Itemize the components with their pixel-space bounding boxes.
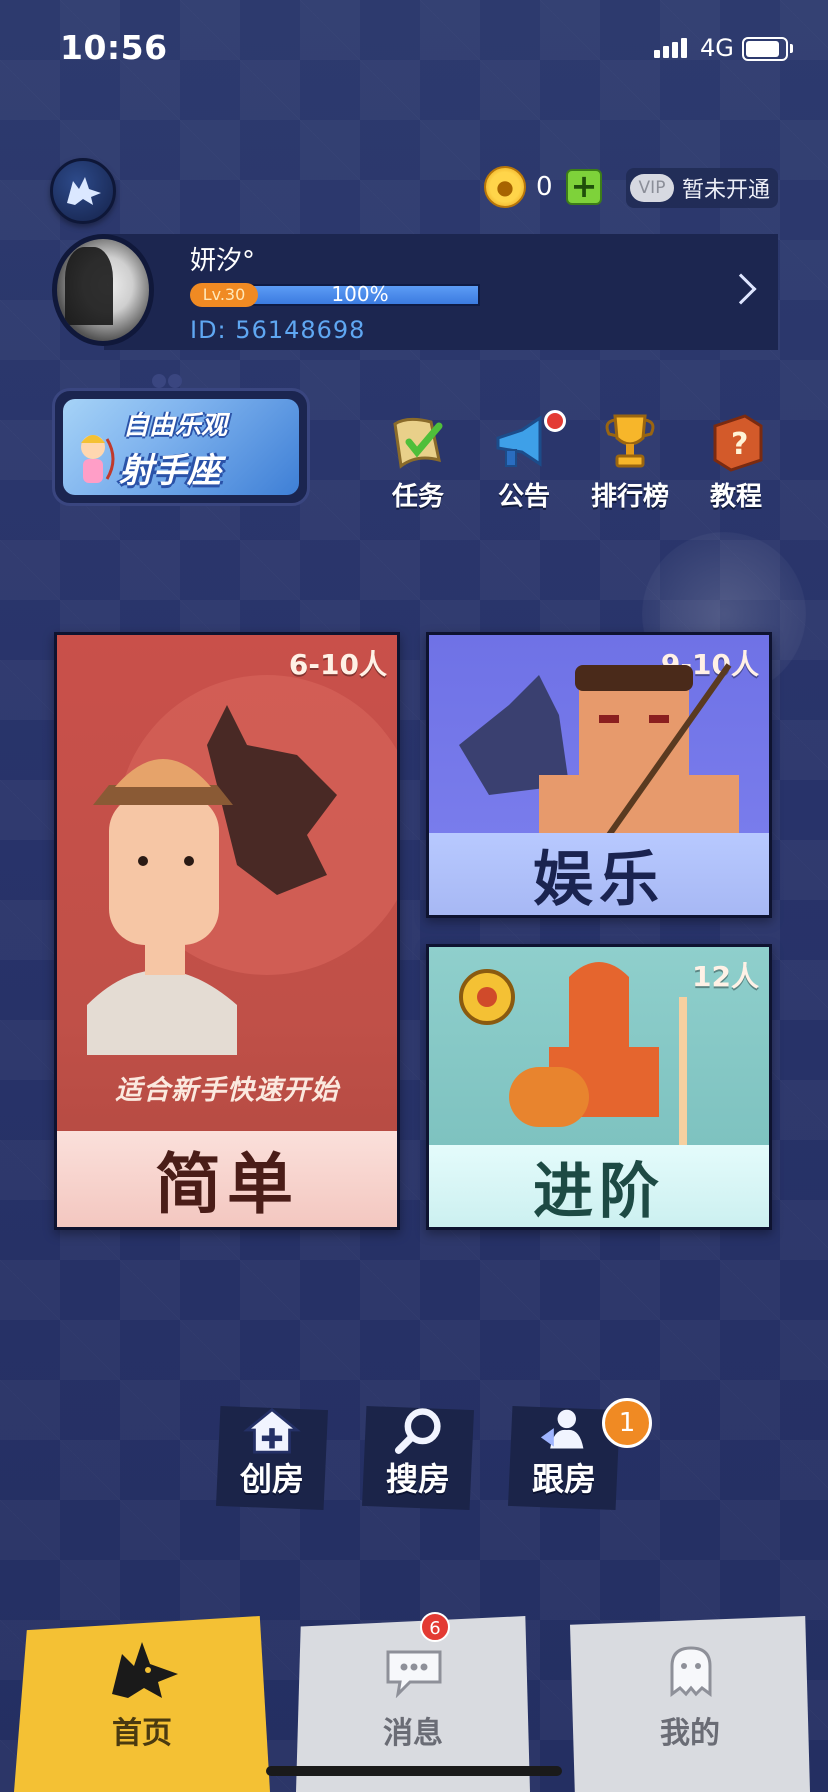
home-indicator[interactable] <box>266 1766 562 1776</box>
easy-title: 简单 <box>155 1146 299 1223</box>
tab-messages-label: 消息 <box>383 1716 443 1751</box>
shortcut-leaderboard-label: 排行榜 <box>590 482 669 512</box>
level-badge: Lv.30 <box>190 283 258 307</box>
search-room-button[interactable]: 搜房 <box>362 1406 474 1510</box>
search-room-label: 搜房 <box>385 1460 450 1498</box>
avatar[interactable] <box>52 234 154 346</box>
username: 妍汐° <box>190 246 256 276</box>
shortcut-tutorial[interactable]: ? 教程 <box>686 410 786 513</box>
shortcut-tasks-label: 任务 <box>391 482 444 512</box>
user-id: ID: 56148698 <box>190 316 365 344</box>
shortcut-tasks[interactable]: 任务 <box>368 410 468 513</box>
svg-text:?: ? <box>731 427 748 462</box>
tab-home-label: 首页 <box>112 1716 172 1751</box>
zodiac-banner[interactable]: 自由乐观 射手座 <box>52 388 310 506</box>
battery-icon <box>742 37 788 61</box>
status-time: 10:56 <box>60 28 168 67</box>
messages-badge: 6 <box>420 1612 450 1642</box>
question-book-icon: ? <box>713 414 763 472</box>
magnifier-icon <box>394 1408 441 1454</box>
vip-status-button[interactable]: VIP 暂未开通 <box>626 168 778 208</box>
tab-profile-label: 我的 <box>660 1716 720 1751</box>
level-progress-label: 100% <box>331 282 389 306</box>
mode-card-advanced[interactable]: 12人 进阶 <box>426 944 772 1230</box>
banner-line2: 射手座 <box>119 451 221 491</box>
follow-room-badge: 1 <box>602 1398 652 1448</box>
coin-balance: ● 0 + <box>484 166 602 208</box>
mode-card-fun[interactable]: 9-10人 娱乐 <box>426 632 772 918</box>
tv-antenna-left <box>152 374 166 388</box>
follow-user-icon <box>540 1409 584 1449</box>
follow-room-label: 跟房 <box>531 1460 596 1498</box>
fun-title: 娱乐 <box>533 844 665 915</box>
shortcut-tutorial-label: 教程 <box>709 482 762 512</box>
add-coins-button[interactable]: + <box>566 169 602 205</box>
tab-home[interactable]: 首页 <box>14 1616 270 1792</box>
ghost-user-icon <box>670 1646 712 1697</box>
vip-tag: VIP <box>630 174 674 202</box>
hunter-wolf-illustration <box>87 675 397 1055</box>
trophy-icon <box>605 414 655 468</box>
shortcut-announcements-label: 公告 <box>497 482 550 512</box>
warrior-wolf-illustration <box>459 663 739 835</box>
user-id-label: ID: <box>190 316 227 344</box>
wolf-head-icon <box>67 177 101 205</box>
create-room-label: 创房 <box>239 1460 304 1498</box>
signal-strength-icon <box>654 38 687 58</box>
easy-subtitle: 适合新手快速开始 <box>115 1075 339 1106</box>
shortcut-leaderboard[interactable]: 排行榜 <box>580 410 680 513</box>
coin-count: 0 <box>536 172 553 202</box>
spartan-illustration <box>459 962 687 1147</box>
tv-antenna-right <box>168 374 182 388</box>
wolf-logo-button[interactable] <box>50 158 116 224</box>
create-room-button[interactable]: 创房 <box>216 1406 328 1510</box>
network-type: 4G <box>700 34 734 62</box>
scroll-check-icon <box>393 417 443 469</box>
mode-card-easy[interactable]: 6-10人 简单 <box>54 632 400 1230</box>
cupid-icon <box>81 435 115 483</box>
battery-nub <box>790 44 793 53</box>
paw-coin-icon: ● <box>484 166 526 208</box>
user-id-value: 56148698 <box>235 316 366 344</box>
notification-dot <box>544 410 566 432</box>
house-plus-icon <box>243 1407 301 1454</box>
advanced-title: 进阶 <box>533 1156 665 1227</box>
banner-line1: 自由乐观 <box>123 411 228 441</box>
chat-bubble-icon <box>386 1650 442 1698</box>
wolf-head-icon <box>112 1642 178 1698</box>
vip-status-text: 暂未开通 <box>682 178 771 203</box>
tab-profile[interactable]: 我的 <box>570 1616 810 1792</box>
